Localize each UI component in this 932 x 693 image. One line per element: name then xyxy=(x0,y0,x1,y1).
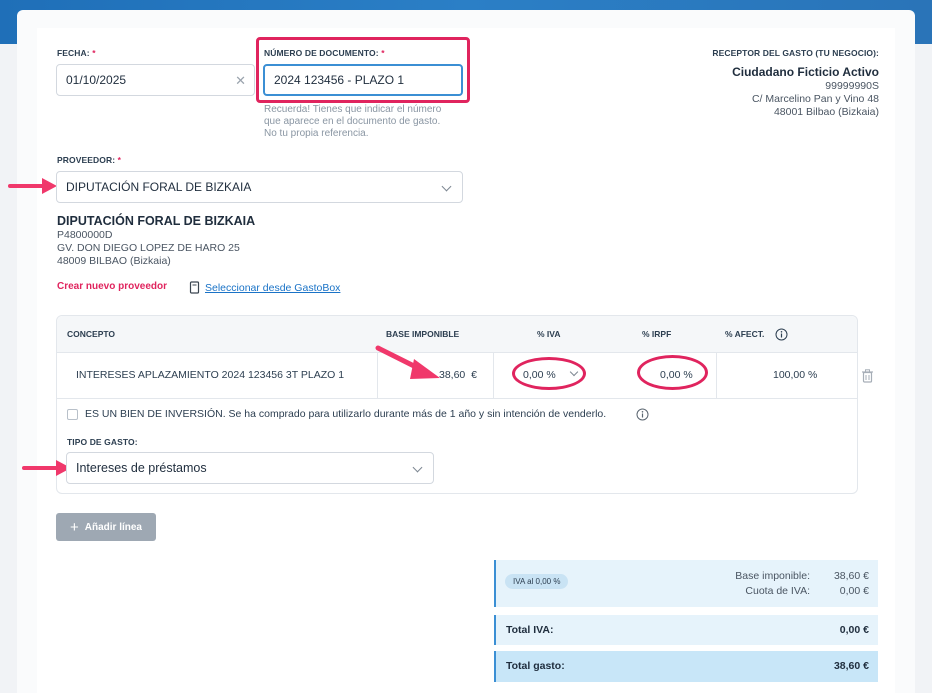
row-afect[interactable]: 100,00 % xyxy=(773,369,817,381)
clear-icon[interactable]: ✕ xyxy=(235,73,246,89)
row-concepto[interactable]: INTERESES APLAZAMIENTO 2024 123456 3T PL… xyxy=(76,369,344,381)
info-icon[interactable] xyxy=(636,408,649,421)
table-header: CONCEPTO BASE IMPONIBLE % IVA % IRPF % A… xyxy=(57,316,857,353)
row-divider xyxy=(57,398,857,399)
numero-hint: Recuerda! Tienes que indicar el número q… xyxy=(264,104,442,139)
header-concepto: CONCEPTO xyxy=(67,329,116,339)
receptor-city: 48001 Bilbao (Bizkaia) xyxy=(773,106,879,118)
gastobox-link[interactable]: Seleccionar desde GastoBox xyxy=(205,282,340,294)
header-iva: % IVA xyxy=(537,329,561,339)
receptor-label: RECEPTOR DEL GASTO (TU NEGOCIO): xyxy=(712,48,879,58)
tipo-gasto-value: Intereses de préstamos xyxy=(76,461,207,475)
receptor-address: C/ Marcelino Pan y Vino 48 xyxy=(751,93,879,105)
arrow-tipo-gasto-icon xyxy=(22,460,71,476)
proveedor-label: PROVEEDOR: * xyxy=(57,155,122,165)
row-base-imponible[interactable]: 38,60 € xyxy=(439,369,477,381)
proveedor-select[interactable]: DIPUTACIÓN FORAL DE BIZKAIA xyxy=(56,171,463,203)
summary-values: 38,60 € 0,00 € xyxy=(833,570,869,597)
proveedor-selected-value: DIPUTACIÓN FORAL DE BIZKAIA xyxy=(66,180,252,194)
trash-icon[interactable] xyxy=(861,369,874,383)
proveedor-address: GV. DON DIEGO LOPEZ DE HARO 25 xyxy=(57,242,240,254)
numero-documento-input[interactable]: 2024 123456 - PLAZO 1 xyxy=(263,64,463,96)
create-provider-link[interactable]: Crear nuevo proveedor xyxy=(57,281,167,292)
inversion-text: ES UN BIEN DE INVERSIÓN. Se ha comprado … xyxy=(85,408,607,420)
iva-highlight-oval xyxy=(512,357,586,390)
column-divider xyxy=(493,353,494,398)
header-irpf: % IRPF xyxy=(642,329,672,339)
iva-badge: IVA al 0,00 % xyxy=(505,574,569,589)
fecha-input[interactable]: 01/10/2025 ✕ xyxy=(56,64,255,96)
total-iva-row: Total IVA: 0,00 € xyxy=(494,615,878,645)
summary-labels: Base imponible: Cuota de IVA: xyxy=(735,570,810,597)
receptor-name: Ciudadano Ficticio Activo xyxy=(732,65,879,79)
arrow-base-icon xyxy=(375,345,440,379)
irpf-highlight-oval xyxy=(637,355,708,390)
document-icon xyxy=(189,281,200,294)
proveedor-name: DIPUTACIÓN FORAL DE BIZKAIA xyxy=(57,214,256,228)
column-divider xyxy=(716,353,717,398)
tipo-gasto-select[interactable]: Intereses de préstamos xyxy=(66,452,434,484)
plus-icon: + xyxy=(69,518,79,536)
header-afect: % AFECT. xyxy=(725,329,765,339)
fecha-value: 01/10/2025 xyxy=(66,73,127,87)
chevron-down-icon xyxy=(441,181,452,192)
proveedor-details: DIPUTACIÓN FORAL DE BIZKAIA P4800000D GV… xyxy=(57,213,255,268)
tipo-gasto-label: TIPO DE GASTO: xyxy=(67,437,138,447)
total-gasto-row: Total gasto: 38,60 € xyxy=(494,651,878,682)
header-base: BASE IMPONIBLE xyxy=(386,329,460,339)
inversion-checkbox[interactable] xyxy=(67,409,78,420)
numero-label: NÚMERO DE DOCUMENTO: * xyxy=(264,48,385,58)
receptor-nif: 99999990S xyxy=(825,80,879,92)
add-line-button[interactable]: + Añadir línea xyxy=(56,513,156,541)
receptor-info: Ciudadano Ficticio Activo 99999990S C/ M… xyxy=(732,65,879,119)
info-icon[interactable] xyxy=(775,328,788,341)
proveedor-nif: P4800000D xyxy=(57,229,113,241)
proveedor-city: 48009 BILBAO (Bizkaia) xyxy=(57,255,171,267)
numero-value: 2024 123456 - PLAZO 1 xyxy=(274,73,405,87)
fecha-label: FECHA: * xyxy=(57,48,96,58)
arrow-proveedor-icon xyxy=(8,178,57,194)
summary-vat-breakdown: IVA al 0,00 % Base imponible: Cuota de I… xyxy=(494,560,878,607)
chevron-down-icon xyxy=(412,462,423,473)
